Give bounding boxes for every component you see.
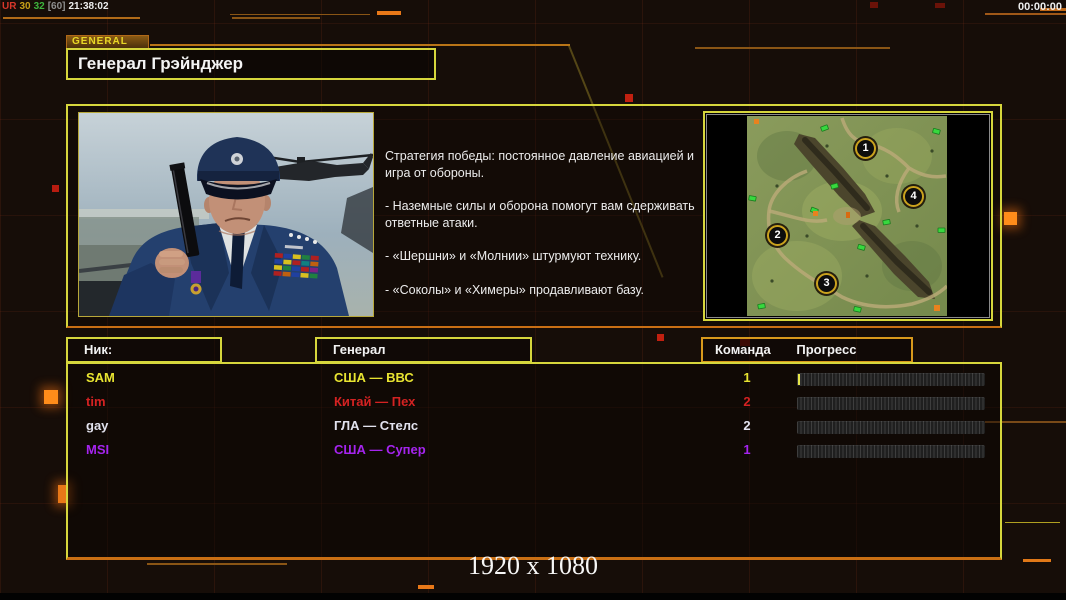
decor-line (418, 585, 434, 589)
player-row: tim Китай — Пех 2 (68, 391, 1000, 415)
loading-progress-bar (797, 421, 985, 434)
loading-progress-bar (797, 373, 985, 386)
general-portrait (78, 112, 374, 317)
player-name: SAM (86, 370, 115, 385)
portrait-illustration (78, 113, 374, 316)
map-start-marker: 1 (855, 138, 876, 159)
decor-square (870, 2, 878, 8)
strategy-paragraph: - «Соколы» и «Химеры» продавливают базу. (385, 282, 644, 297)
debug-overlay: UR 30 32 [60] 21:38:02 (2, 1, 112, 12)
strategy-paragraph: - Наземные силы и оборона помогут вам сд… (385, 199, 695, 230)
bottom-black-strip (0, 593, 1066, 600)
header-general: Генерал (315, 337, 532, 363)
resolution-label: 1920 x 1080 (468, 551, 598, 580)
player-row: SAM США — ВВС 1 (68, 367, 1000, 391)
debug-tag: UR (2, 1, 17, 12)
general-title-box: Генерал Грэйнджер (66, 48, 436, 80)
match-timer: 00:00:00 (1017, 1, 1062, 13)
decor-line (230, 14, 370, 15)
header-progress: Прогресс (796, 342, 857, 357)
player-general: США — Супер (334, 442, 426, 457)
header-team-progress: Команда Прогресс (701, 337, 913, 363)
decor-square (935, 3, 945, 8)
player-name: MSI (86, 442, 110, 457)
player-general: ГЛА — Стелс (334, 418, 419, 433)
header-team: Команда (715, 342, 771, 357)
debug-clock: 21:38:02 (68, 1, 109, 12)
debug-value-1: 30 (19, 1, 31, 12)
strategy-text: Стратегия победы: постоянное давление ав… (385, 148, 705, 315)
debug-value-3: [60] (47, 1, 66, 12)
player-team: 2 (743, 418, 751, 433)
decor-square (657, 334, 664, 341)
player-team: 2 (743, 394, 751, 409)
player-row: MSI США — Супер 1 (68, 439, 1000, 463)
decor-line (985, 13, 1066, 15)
debug-value-2: 32 (33, 1, 45, 12)
player-team: 1 (743, 442, 751, 457)
decor-line (695, 47, 890, 49)
player-table: SAM США — ВВС 1 tim Китай — Пех 2 gay ГЛ… (66, 362, 1002, 560)
decor-line (150, 44, 570, 46)
map-preview: 1 2 3 4 (703, 111, 993, 321)
game-loading-screen: UR 30 32 [60] 21:38:02 00:00:00 GENERAL Гене… (0, 0, 1066, 600)
loading-progress-bar (797, 445, 985, 458)
player-row: gay ГЛА — Стелс 2 (68, 415, 1000, 439)
map-terrain (747, 116, 949, 316)
player-name: gay (86, 418, 109, 433)
player-name: tim (86, 394, 106, 409)
map-start-marker: 3 (816, 273, 837, 294)
player-general: США — ВВС (334, 370, 414, 385)
header-nick: Ник: (66, 337, 222, 363)
loading-progress-bar (797, 397, 985, 410)
map-start-marker: 4 (903, 186, 924, 207)
strategy-paragraph: - «Шершни» и «Молнии» штурмуют технику. (385, 249, 642, 263)
decor-square (52, 185, 59, 192)
player-general: Китай — Пех (334, 394, 416, 409)
decor-square (44, 390, 58, 404)
decor-line (3, 17, 140, 19)
general-name: Генерал Грэйнджер (78, 54, 244, 73)
strategy-paragraph: Стратегия победы: постоянное давление ав… (385, 149, 695, 180)
player-team: 1 (743, 370, 751, 385)
decor-square (625, 94, 633, 102)
decor-line (232, 17, 320, 19)
map-image: 1 2 3 4 (747, 116, 949, 316)
decor-line (377, 11, 401, 15)
map-start-marker: 2 (767, 225, 788, 246)
decor-line (1005, 522, 1060, 523)
decor-square (1004, 212, 1017, 225)
